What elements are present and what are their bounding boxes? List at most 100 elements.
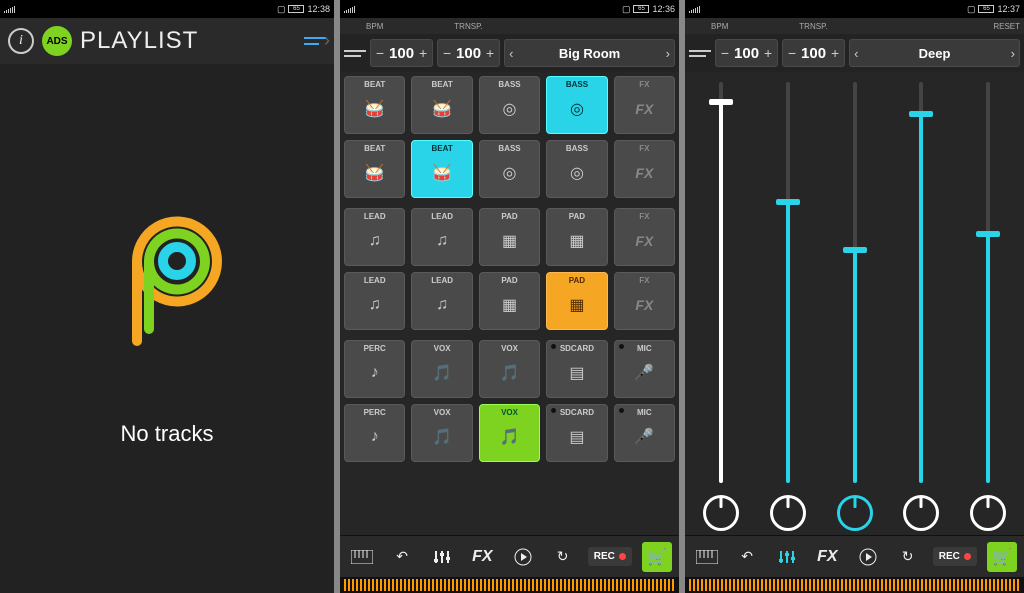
fx-icon: FX [635,165,653,181]
pan-knob[interactable] [703,495,739,531]
fader-handle[interactable] [709,99,733,105]
undo-icon[interactable]: ↶ [387,542,417,572]
cart-button[interactable]: 🛒 [987,542,1017,572]
mixer-icon[interactable] [772,542,802,572]
pad-beat[interactable]: BEAT🥁 [344,76,405,134]
bpm-plus[interactable]: + [761,45,775,61]
pad-bass[interactable]: BASS◎ [546,140,607,198]
keyboard-icon[interactable] [692,542,722,572]
record-dot-icon [619,553,626,560]
vox-icon: 🎵 [500,427,520,447]
top-labels: BPM TRNSP. RESET [685,18,1024,34]
bpm-stepper[interactable]: − 100 + [370,39,433,67]
loop-icon[interactable]: ↻ [548,542,578,572]
fader[interactable] [986,82,990,483]
pad-pad[interactable]: PAD▦ [479,208,540,266]
pad-beat[interactable]: BEAT🥁 [411,140,472,198]
note-icon: ♫ [436,232,448,250]
preset-name: Deep [919,46,951,61]
menu-icon[interactable] [689,50,711,57]
play-icon[interactable] [853,542,883,572]
loop-icon[interactable]: ↻ [893,542,923,572]
fader[interactable] [853,82,857,483]
undo-icon[interactable]: ↶ [732,542,762,572]
menu-icon[interactable] [344,50,366,57]
pan-knob[interactable] [837,495,873,531]
pad-vox[interactable]: VOX🎵 [479,340,540,398]
grid-icon: ▦ [569,295,584,315]
pad-perc[interactable]: PERC♪ [344,404,405,462]
record-button[interactable]: REC [933,547,977,566]
pad-perc[interactable]: PERC♪ [344,340,405,398]
transpose-label: TRNSP. [454,22,482,31]
keyboard-icon[interactable] [347,542,377,572]
cart-button[interactable]: 🛒 [642,542,672,572]
pad-pad[interactable]: PAD▦ [546,272,607,330]
preset-next[interactable]: › [1011,46,1015,61]
menu-icon[interactable] [304,37,326,45]
pad-lead[interactable]: LEAD♫ [411,272,472,330]
pad-bass[interactable]: BASS◎ [479,76,540,134]
record-button[interactable]: REC [588,547,632,566]
transpose-minus[interactable]: − [440,45,454,61]
pad-fx[interactable]: FXFX [614,76,675,134]
pad-vox[interactable]: VOX🎵 [479,404,540,462]
pad-fx[interactable]: FXFX [614,208,675,266]
fader-handle[interactable] [843,247,867,253]
mic-icon: 🎤 [634,427,654,447]
bpm-minus[interactable]: − [373,45,387,61]
pad-beat[interactable]: BEAT🥁 [411,76,472,134]
pad-mic[interactable]: MIC🎤 [614,340,675,398]
fx-button[interactable]: FX [467,542,497,572]
pad-fx[interactable]: FXFX [614,272,675,330]
fader[interactable] [786,82,790,483]
pad-pad[interactable]: PAD▦ [546,208,607,266]
pad-bass[interactable]: BASS◎ [479,140,540,198]
chevron-right-icon[interactable]: › [324,30,330,51]
pad-pad[interactable]: PAD▦ [479,272,540,330]
sequencer-ticker [685,577,1024,593]
pad-lead[interactable]: LEAD♫ [344,208,405,266]
fx-button[interactable]: FX [812,542,842,572]
preset-selector[interactable]: ‹ Big Room › [504,39,675,67]
bpm-stepper[interactable]: − 100 + [715,39,778,67]
pad-label: BASS [566,144,588,153]
pad-lead[interactable]: LEAD♫ [411,208,472,266]
preset-prev[interactable]: ‹ [854,46,858,61]
transpose-minus[interactable]: − [785,45,799,61]
pad-beat[interactable]: BEAT🥁 [344,140,405,198]
preset-next[interactable]: › [666,46,670,61]
pad-fx[interactable]: FXFX [614,140,675,198]
ads-badge[interactable]: ADS [42,26,72,56]
preset-selector[interactable]: ‹ Deep › [849,39,1020,67]
transpose-value: 100 [799,45,828,62]
fader[interactable] [919,82,923,483]
preset-prev[interactable]: ‹ [509,46,513,61]
pad-bass[interactable]: BASS◎ [546,76,607,134]
transpose-stepper[interactable]: − 100 + [437,39,500,67]
bpm-minus[interactable]: − [718,45,732,61]
info-icon[interactable]: i [8,28,34,54]
pad-mic[interactable]: MIC🎤 [614,404,675,462]
fader-handle[interactable] [776,199,800,205]
pad-vox[interactable]: VOX🎵 [411,340,472,398]
fader-handle[interactable] [976,231,1000,237]
fader[interactable] [719,82,723,483]
transpose-stepper[interactable]: − 100 + [782,39,845,67]
control-row: − 100 + − 100 + ‹ Big Room › [340,34,679,72]
transpose-plus[interactable]: + [828,45,842,61]
fader-handle[interactable] [909,111,933,117]
pad-sdcard[interactable]: SDCARD▤ [546,404,607,462]
mixer-icon[interactable] [427,542,457,572]
pan-knob[interactable] [970,495,1006,531]
pan-knob[interactable] [903,495,939,531]
pan-knob[interactable] [770,495,806,531]
bpm-plus[interactable]: + [416,45,430,61]
pad-lead[interactable]: LEAD♫ [344,272,405,330]
pad-sdcard[interactable]: SDCARD▤ [546,340,607,398]
sequencer-ticker [340,577,679,593]
pad-vox[interactable]: VOX🎵 [411,404,472,462]
transpose-plus[interactable]: + [483,45,497,61]
play-icon[interactable] [508,542,538,572]
mixer-area [685,72,1024,535]
